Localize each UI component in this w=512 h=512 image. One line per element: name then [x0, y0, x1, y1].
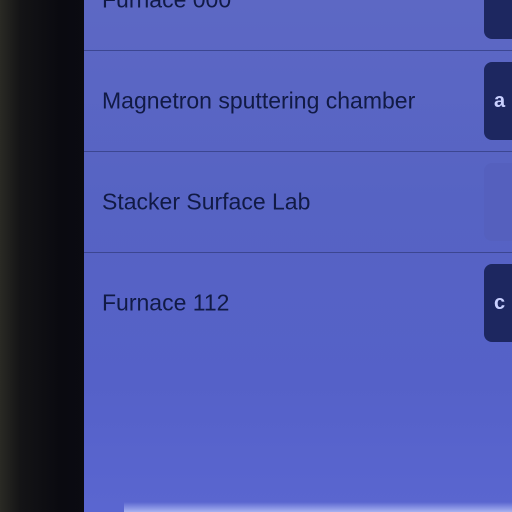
list-item[interactable]: Magnetron sputtering chamber a	[84, 51, 512, 152]
list-item-label: Stacker Surface Lab	[102, 188, 311, 215]
list-item-action-button[interactable]	[484, 0, 512, 39]
device-screen: Furnace 000 Magnetron sputtering chamber…	[84, 0, 512, 512]
location-list: Furnace 000 Magnetron sputtering chamber…	[84, 0, 512, 353]
list-item-label: Magnetron sputtering chamber	[102, 87, 416, 114]
list-item-action-button[interactable]	[484, 163, 512, 241]
list-item-action-button[interactable]: a	[484, 62, 512, 140]
list-item[interactable]: Furnace 112 c	[84, 253, 512, 353]
list-item[interactable]: Furnace 000	[84, 0, 512, 51]
list-item-label: Furnace 112	[102, 289, 230, 316]
list-item-action-button[interactable]: c	[484, 264, 512, 342]
list-item[interactable]: Stacker Surface Lab	[84, 152, 512, 253]
list-item-label: Furnace 000	[102, 0, 231, 14]
screen-glare	[124, 502, 512, 512]
